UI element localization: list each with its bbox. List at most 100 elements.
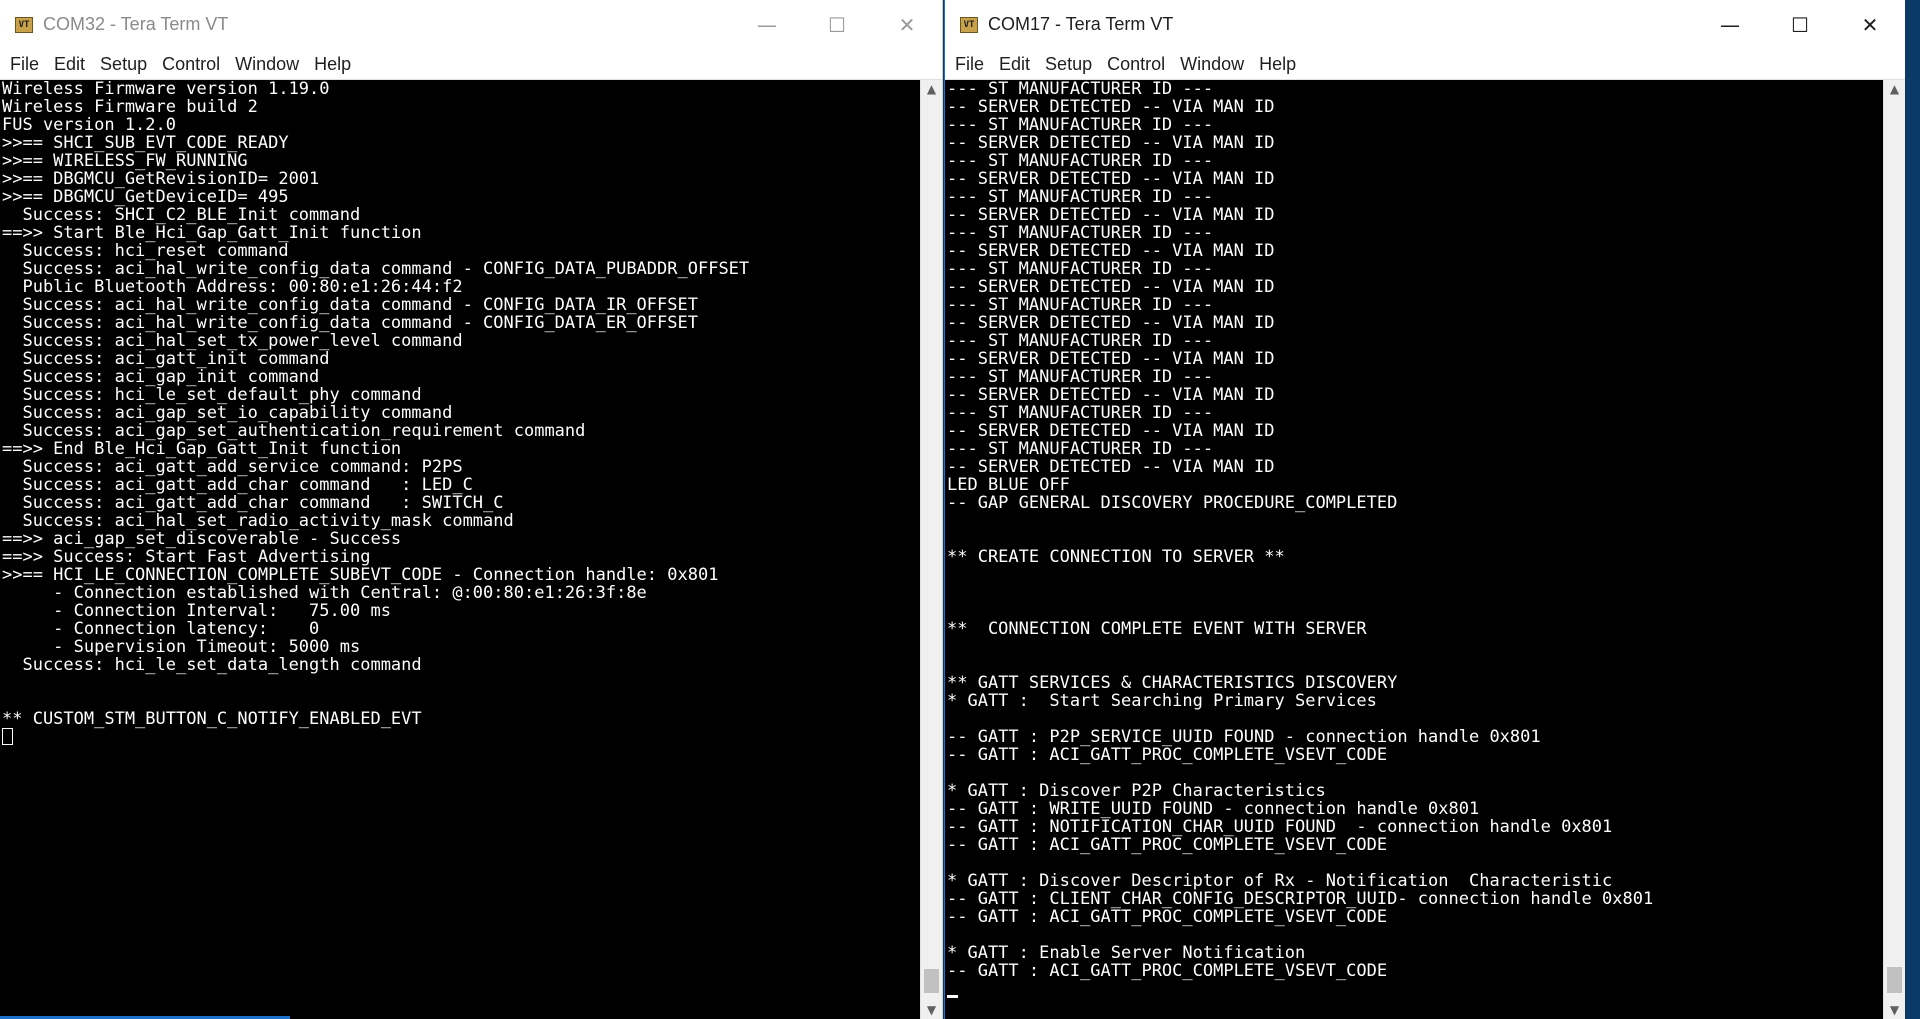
terminal-line: - Connection established with Central: @… bbox=[2, 583, 647, 603]
terminal-line: -- SERVER DETECTED -- VIA MAN ID bbox=[947, 205, 1275, 225]
minimize-icon[interactable]: — bbox=[1695, 0, 1765, 49]
terminal-line: Success: aci_hal_set_radio_activity_mask… bbox=[2, 511, 514, 531]
terminal-output[interactable]: Wireless Firmware version 1.19.0 Wireless… bbox=[0, 80, 920, 1019]
terminal-line: ==>> End Ble_Hci_Gap_Gatt_Init function bbox=[2, 439, 402, 459]
terminal-line: -- SERVER DETECTED -- VIA MAN ID bbox=[947, 349, 1275, 369]
terminal-line: --- ST MANUFACTURER ID --- bbox=[947, 80, 1214, 99]
terminal-line: -- GATT : CLIENT_CHAR_CONFIG_DESCRIPTOR_… bbox=[947, 889, 1654, 909]
vertical-scrollbar[interactable]: ▲ ▼ bbox=[1883, 80, 1905, 1019]
terminal-line: Success: hci_le_set_data_length command bbox=[2, 655, 422, 675]
terminal-line: Success: aci_gatt_add_char command : LED… bbox=[2, 475, 473, 495]
terminal-line: -- GATT : ACI_GATT_PROC_COMPLETE_VSEVT_C… bbox=[947, 907, 1388, 927]
terminal-line: Success: aci_hal_write_config_data comma… bbox=[2, 259, 750, 279]
menu-control[interactable]: Control bbox=[1101, 54, 1174, 75]
terminal-line: >>== HCI_LE_CONNECTION_COMPLETE_SUBEVT_C… bbox=[2, 565, 719, 585]
terminal-line: ** CUSTOM_STM_BUTTON_C_NOTIFY_ENABLED_EV… bbox=[2, 709, 422, 729]
tera-term-window-com32[interactable]: VT COM32 - Tera Term VT — ☐ ✕ File Edit … bbox=[0, 0, 943, 1019]
terminal-line: Success: SHCI_C2_BLE_Init command bbox=[2, 205, 361, 225]
terminal-line: -- SERVER DETECTED -- VIA MAN ID bbox=[947, 457, 1275, 477]
terminal-output[interactable]: --- ST MANUFACTURER ID --- -- SERVER DETE… bbox=[945, 80, 1883, 1019]
terminal-line: Success: aci_gatt_add_char command : SWI… bbox=[2, 493, 504, 513]
text-cursor bbox=[2, 728, 13, 745]
scroll-up-arrow-icon[interactable]: ▲ bbox=[921, 80, 942, 98]
terminal-area: --- ST MANUFACTURER ID --- -- SERVER DETE… bbox=[945, 80, 1905, 1019]
terminal-line: ==>> aci_gap_set_discoverable - Success bbox=[2, 529, 402, 549]
minimize-icon[interactable]: — bbox=[732, 0, 802, 49]
menu-window[interactable]: Window bbox=[229, 54, 308, 75]
terminal-line: --- ST MANUFACTURER ID --- bbox=[947, 187, 1214, 207]
text-cursor bbox=[947, 995, 958, 998]
scroll-up-arrow-icon[interactable]: ▲ bbox=[1884, 80, 1905, 98]
terminal-line: -- SERVER DETECTED -- VIA MAN ID bbox=[947, 241, 1275, 261]
menu-window[interactable]: Window bbox=[1174, 54, 1253, 75]
terminal-line: -- SERVER DETECTED -- VIA MAN ID bbox=[947, 385, 1275, 405]
terminal-line: Public Bluetooth Address: 00:80:e1:26:44… bbox=[2, 277, 463, 297]
terminal-line: --- ST MANUFACTURER ID --- bbox=[947, 115, 1214, 135]
terminal-line: >>== SHCI_SUB_EVT_CODE_READY bbox=[2, 133, 289, 153]
terminal-line: --- ST MANUFACTURER ID --- bbox=[947, 367, 1214, 387]
maximize-icon[interactable]: ☐ bbox=[802, 0, 872, 49]
window-title: COM17 - Tera Term VT bbox=[988, 14, 1174, 34]
maximize-icon[interactable]: ☐ bbox=[1765, 0, 1835, 49]
vertical-scrollbar[interactable]: ▲ ▼ bbox=[920, 80, 942, 1019]
terminal-area: Wireless Firmware version 1.19.0 Wireless… bbox=[0, 80, 942, 1019]
terminal-line: Success: aci_hal_write_config_data comma… bbox=[2, 295, 698, 315]
menu-help[interactable]: Help bbox=[308, 54, 360, 75]
menu-help[interactable]: Help bbox=[1253, 54, 1305, 75]
scroll-down-arrow-icon[interactable]: ▼ bbox=[1884, 1001, 1905, 1019]
terminal-line: >>== WIRELESS_FW_RUNNING bbox=[2, 151, 248, 171]
terminal-line: ** CREATE CONNECTION TO SERVER ** bbox=[947, 547, 1285, 567]
terminal-line: LED BLUE OFF bbox=[947, 475, 1070, 495]
menu-edit[interactable]: Edit bbox=[48, 54, 94, 75]
menu-setup[interactable]: Setup bbox=[1039, 54, 1101, 75]
terminal-line: -- SERVER DETECTED -- VIA MAN ID bbox=[947, 421, 1275, 441]
menu-file[interactable]: File bbox=[949, 54, 993, 75]
terminal-line: --- ST MANUFACTURER ID --- bbox=[947, 403, 1214, 423]
terminal-line: * GATT : Discover P2P Characteristics bbox=[947, 781, 1326, 801]
terminal-line: Success: aci_gatt_add_service command: P… bbox=[2, 457, 463, 477]
scrollbar-thumb[interactable] bbox=[1887, 967, 1902, 993]
terminal-line: ==>> Success: Start Fast Advertising bbox=[2, 547, 371, 567]
terminal-line: - Connection latency: 0 bbox=[2, 619, 320, 639]
terminal-line: Success: aci_hal_write_config_data comma… bbox=[2, 313, 698, 333]
terminal-prompt-line bbox=[2, 728, 920, 746]
tera-term-window-com17[interactable]: VT COM17 - Tera Term VT — ☐ ✕ File Edit … bbox=[944, 0, 1905, 1019]
close-icon[interactable]: ✕ bbox=[872, 0, 942, 49]
terminal-line: Success: aci_gap_set_io_capability comma… bbox=[2, 403, 453, 423]
terminal-line: Success: hci_le_set_default_phy command bbox=[2, 385, 422, 405]
window-controls: — ☐ ✕ bbox=[732, 0, 942, 49]
menu-control[interactable]: Control bbox=[156, 54, 229, 75]
terminal-line: * GATT : Discover Descriptor of Rx - Not… bbox=[947, 871, 1613, 891]
terminal-line: -- GATT : P2P_SERVICE_UUID FOUND - conne… bbox=[947, 727, 1541, 747]
menu-file[interactable]: File bbox=[4, 54, 48, 75]
terminal-line: -- SERVER DETECTED -- VIA MAN ID bbox=[947, 277, 1275, 297]
menu-edit[interactable]: Edit bbox=[993, 54, 1039, 75]
terminal-line: Success: aci_gatt_init command bbox=[2, 349, 330, 369]
menu-setup[interactable]: Setup bbox=[94, 54, 156, 75]
terminal-line: --- ST MANUFACTURER ID --- bbox=[947, 223, 1214, 243]
title-bar[interactable]: VT COM17 - Tera Term VT — ☐ ✕ bbox=[945, 0, 1905, 49]
terminal-line: Wireless Firmware build 2 bbox=[2, 97, 258, 117]
terminal-line: * GATT : Enable Server Notification bbox=[947, 943, 1306, 963]
terminal-line: Success: aci_gap_set_authentication_requ… bbox=[2, 421, 586, 441]
scroll-down-arrow-icon[interactable]: ▼ bbox=[921, 1001, 942, 1019]
title-bar[interactable]: VT COM32 - Tera Term VT — ☐ ✕ bbox=[0, 0, 942, 49]
terminal-line: -- GATT : WRITE_UUID FOUND - connection … bbox=[947, 799, 1480, 819]
close-icon[interactable]: ✕ bbox=[1835, 0, 1905, 49]
scrollbar-thumb[interactable] bbox=[924, 969, 939, 993]
terminal-line: Success: hci_reset command bbox=[2, 241, 289, 261]
tera-term-app-icon: VT bbox=[960, 16, 978, 33]
menu-bar: File Edit Setup Control Window Help bbox=[945, 49, 1905, 80]
